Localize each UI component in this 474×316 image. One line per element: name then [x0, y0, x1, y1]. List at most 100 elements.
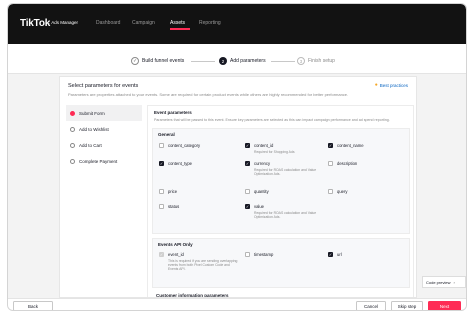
panel-title: Select parameters for events — [68, 83, 139, 89]
step-number: 3 — [297, 57, 305, 65]
step-add-parameters[interactable]: 2 Add parameters — [219, 57, 266, 65]
step-number: 2 — [219, 57, 227, 65]
skip-step-button[interactable]: Skip step — [391, 301, 423, 310]
checkbox-label: content_type — [168, 161, 192, 166]
best-practices-label: Best practices — [379, 82, 408, 88]
lightbulb-icon: ● — [374, 82, 378, 88]
checkbox-label: description — [337, 161, 358, 166]
checkbox-timestamp[interactable]: timestamp — [245, 252, 273, 257]
event-item-add-to-cart[interactable]: Add to Cart — [66, 137, 142, 153]
checkbox-price[interactable]: price — [159, 189, 177, 194]
group-label: General — [158, 132, 175, 137]
checkbox-label: event_id — [168, 252, 184, 257]
event-item-complete-payment[interactable]: Complete Payment — [66, 153, 142, 169]
checkbox-label: currency — [254, 161, 271, 166]
best-practices-link[interactable]: ● Best practices — [375, 82, 408, 88]
checkbox-label: status — [168, 204, 180, 209]
section-title: Event parameters — [154, 110, 192, 115]
checkbox-quantity[interactable]: quantity — [245, 189, 269, 194]
checkbox-query[interactable]: query — [328, 189, 347, 194]
event-item-add-to-wishlist[interactable]: Add to Wishlist — [66, 121, 142, 137]
checkbox-box[interactable] — [328, 143, 333, 148]
event-status-icon — [70, 158, 75, 164]
event-list: Submit Form Add to Wishlist Add to Cart … — [60, 105, 144, 297]
event-status-icon — [70, 142, 75, 148]
group-label: Events API Only — [158, 242, 193, 247]
checkbox-box[interactable] — [159, 204, 164, 209]
parameter-note: Required for ROAS calculation and Value … — [254, 168, 317, 177]
step-finish-setup[interactable]: 3 Finish setup — [297, 57, 335, 65]
checkbox-box[interactable] — [328, 161, 333, 166]
checkbox-label: price — [168, 189, 178, 194]
checkbox-label: content_id — [254, 143, 274, 148]
checkbox-label: content_category — [168, 143, 201, 148]
nav-assets[interactable]: Assets — [170, 20, 185, 26]
checkbox-box[interactable] — [328, 252, 333, 257]
event-item-label: Add to Cart — [79, 142, 102, 148]
tiktok-logo[interactable]: TikTok — [20, 18, 50, 29]
checkbox-label: url — [337, 252, 342, 257]
setup-stepper: ✓ Build funnel events 2 Add parameters 3… — [8, 44, 466, 74]
event-parameters-section: Event parameters Parameters that will be… — [147, 105, 414, 297]
checkbox-label: quantity — [254, 189, 269, 194]
parameters-panel: Select parameters for events Parameters … — [59, 76, 417, 298]
checkbox-box[interactable] — [159, 161, 164, 166]
event-status-icon — [70, 110, 75, 116]
top-navigation-bar: TikTok : Ads Manager Dashboard Campaign … — [8, 4, 466, 44]
checkbox-status[interactable]: status — [159, 204, 179, 209]
checkbox-currency[interactable]: currency — [245, 161, 270, 166]
code-preview-label: Code preview — [426, 279, 451, 285]
next-button[interactable]: Next — [428, 301, 461, 310]
footer-action-bar: Back Cancel Skip step Next — [8, 298, 466, 310]
checkbox-box[interactable] — [245, 143, 250, 148]
event-item-label: Add to Wishlist — [79, 126, 109, 132]
nav-reporting[interactable]: Reporting — [199, 20, 221, 26]
step-connector — [271, 61, 295, 62]
nav-active-indicator — [170, 28, 190, 30]
checkbox-box[interactable] — [159, 189, 164, 194]
section-description: Parameters that will be passed to this e… — [154, 118, 390, 122]
checkbox-event-id[interactable]: event_id — [159, 252, 184, 257]
checkbox-description[interactable]: description — [328, 161, 357, 166]
chevron-right-icon: › — [453, 279, 455, 285]
checkbox-content-id[interactable]: content_id — [245, 143, 273, 148]
app-window: TikTok : Ads Manager Dashboard Campaign … — [7, 3, 467, 311]
checkbox-box[interactable] — [328, 189, 333, 194]
checkbox-box[interactable] — [245, 252, 250, 257]
back-button[interactable]: Back — [13, 301, 53, 310]
checkbox-box[interactable] — [245, 161, 250, 166]
checkbox-label: timestamp — [254, 252, 274, 257]
checkbox-box — [159, 252, 164, 257]
check-icon: ✓ — [131, 57, 139, 65]
checkbox-value[interactable]: value — [245, 204, 264, 209]
step-label: Add parameters — [230, 58, 266, 64]
step-build-funnel-events[interactable]: ✓ Build funnel events — [131, 57, 184, 65]
checkbox-label: content_name — [337, 143, 364, 148]
checkbox-content-type[interactable]: content_type — [159, 161, 192, 166]
code-preview-toggle[interactable]: Code preview › — [422, 276, 466, 288]
general-parameters-group: General content_category content_id Requ… — [152, 128, 410, 234]
nav-dashboard[interactable]: Dashboard — [96, 20, 120, 26]
parameter-note: This is required if you are sending over… — [168, 259, 238, 272]
checkbox-content-name[interactable]: content_name — [328, 143, 364, 148]
checkbox-label: query — [337, 189, 348, 194]
checkbox-box[interactable] — [245, 204, 250, 209]
checkbox-url[interactable]: url — [328, 252, 342, 257]
checkbox-label: value — [254, 204, 265, 209]
checkbox-box[interactable] — [159, 143, 164, 148]
parameter-note: Required for ROAS calculation and Value … — [254, 211, 317, 220]
checkbox-content-category[interactable]: content_category — [159, 143, 200, 148]
step-label: Build funnel events — [142, 58, 185, 64]
events-api-only-group: Events API Only event_id This is require… — [152, 238, 410, 288]
parameter-note: Required for Shopping Ads — [254, 150, 295, 154]
event-item-label: Complete Payment — [79, 158, 118, 164]
ads-manager-label: : Ads Manager — [49, 20, 79, 25]
panel-description: Parameters are properties attached to yo… — [68, 92, 349, 97]
nav-campaign[interactable]: Campaign — [132, 20, 155, 26]
event-item-submit-form[interactable]: Submit Form — [66, 105, 142, 121]
cancel-button[interactable]: Cancel — [356, 301, 386, 310]
event-status-icon — [70, 126, 75, 132]
step-label: Finish setup — [308, 58, 335, 64]
event-item-label: Submit Form — [79, 110, 105, 116]
checkbox-box[interactable] — [245, 189, 250, 194]
